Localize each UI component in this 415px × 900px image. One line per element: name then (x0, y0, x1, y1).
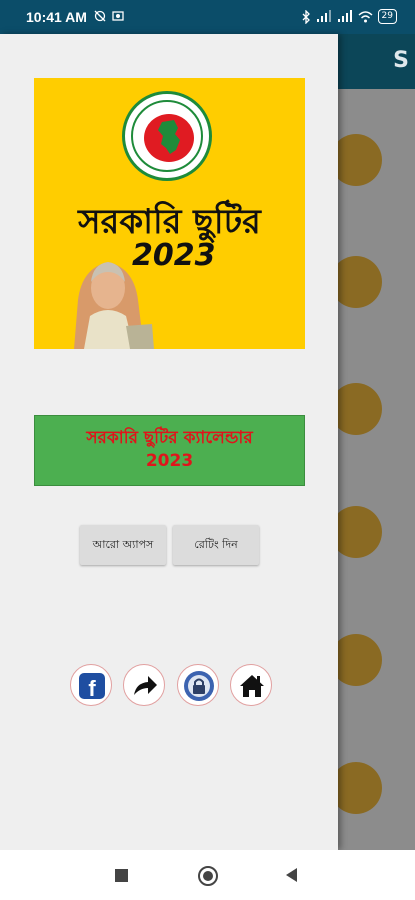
system-nav-bar (0, 850, 415, 900)
portrait-image (74, 262, 154, 349)
alarm-off-icon (94, 10, 106, 22)
facebook-icon[interactable]: f (70, 664, 112, 706)
app-banner-image: সরকারি ছুটির 2023 (34, 78, 305, 349)
calendar-title-banner[interactable]: সরকারি ছুটির ক্যালেন্ডার 2023 (34, 415, 305, 486)
signal-icon (316, 10, 331, 22)
calendar-title-year: 2023 (145, 451, 194, 471)
home-icon[interactable] (230, 664, 272, 706)
share-icon[interactable] (123, 664, 165, 706)
svg-text:f: f (88, 676, 96, 701)
emblem-ring (131, 100, 203, 172)
government-emblem-icon (122, 91, 212, 181)
recent-apps-icon[interactable] (115, 869, 128, 882)
rate-app-button[interactable]: রেটিং দিন (173, 525, 259, 565)
signal-2-icon (337, 10, 352, 22)
status-icons-left (94, 10, 124, 22)
navigation-drawer: সরকারি ছুটির 2023 সরকারি ছুটির ক্যালেন্ড… (0, 34, 338, 850)
home-nav-icon[interactable] (198, 866, 218, 886)
image-icon (112, 11, 124, 21)
more-apps-button[interactable]: আরো অ্যাপস (80, 525, 166, 565)
calendar-title-line1: সরকারি ছুটির ক্যালেন্ডার (86, 428, 253, 448)
status-bar: 10:41 AM 29 (0, 0, 415, 34)
status-icons-right: 29 (302, 9, 397, 24)
privacy-lock-icon[interactable] (177, 664, 219, 706)
bluetooth-icon (302, 9, 310, 24)
emblem-red-disc (144, 114, 194, 162)
wifi-icon (358, 10, 373, 22)
battery-icon: 29 (377, 9, 397, 24)
background-title-glyph: S (393, 48, 409, 73)
back-icon[interactable] (286, 868, 297, 882)
bangladesh-map-icon (158, 120, 180, 154)
status-time: 10:41 AM (26, 9, 87, 25)
